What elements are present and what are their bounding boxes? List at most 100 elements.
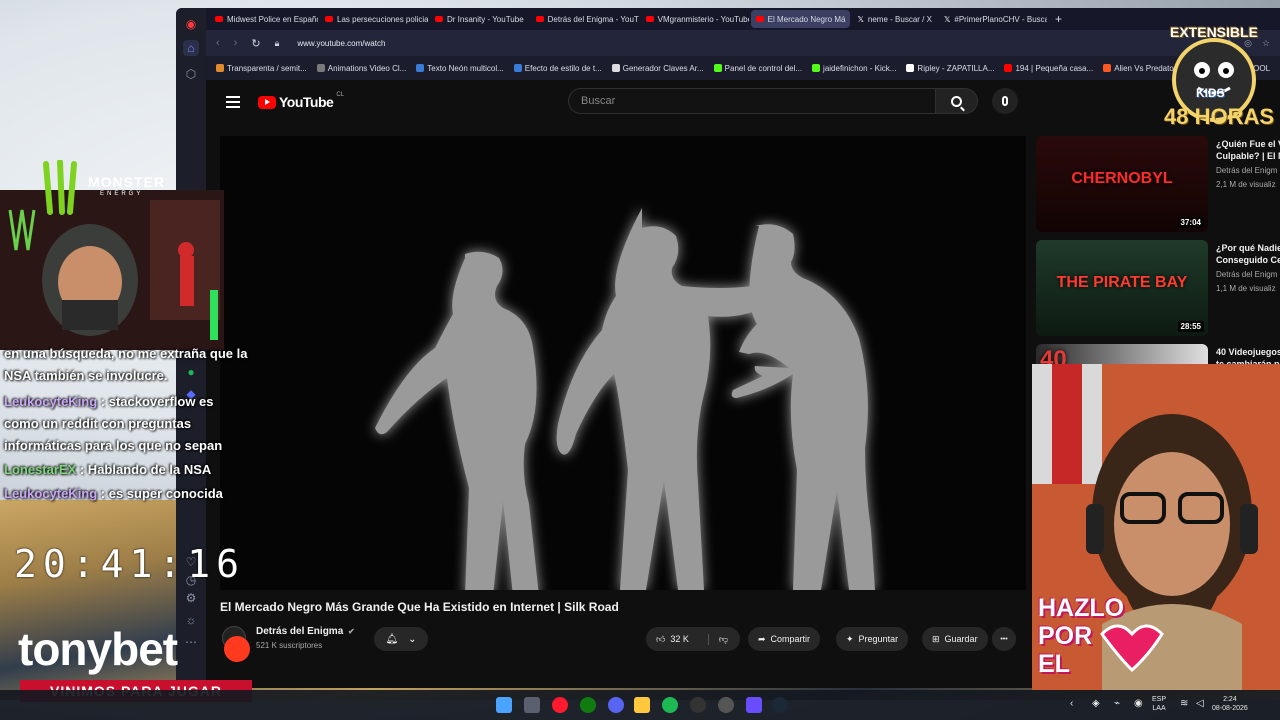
bookmark-item[interactable]: Animations Video Cl... [316, 64, 406, 73]
dislike-icon[interactable]: 👎︎ [707, 633, 728, 645]
volume-icon[interactable]: ◁ [1196, 699, 1204, 709]
verified-icon: ✔ [348, 627, 355, 636]
more-icon[interactable]: ⋯ [183, 634, 199, 650]
browser-tab[interactable]: Las persecuciones policial [320, 10, 428, 28]
pinboard-icon[interactable]: ⬡ [183, 66, 199, 82]
browser-tab[interactable]: El Mercado Negro Má [750, 10, 851, 28]
bulb-icon[interactable]: ☼ [183, 612, 199, 628]
tab-label: neme - Buscar / X [867, 14, 932, 24]
browser-tab[interactable]: Midwest Police en Españo [210, 10, 318, 28]
language-indicator[interactable]: ESP LAA [1152, 695, 1166, 713]
start-icon[interactable] [496, 697, 512, 713]
chat-text: informáticas para los que no sepan [4, 438, 223, 453]
subscriber-count: 521 K suscriptores [256, 641, 323, 650]
video-duration: 28:55 [1177, 321, 1204, 332]
reload-icon[interactable]: ↻ [251, 37, 260, 50]
tab-label: #PrimerPlanoCHV - Busca [954, 14, 1047, 24]
spotify-taskbar-icon[interactable] [662, 697, 678, 713]
ask-button[interactable]: ✦ Preguntar [836, 627, 909, 651]
opera-icon[interactable]: ◉ [183, 16, 199, 32]
tray-mic-icon[interactable]: ◉ [1134, 699, 1143, 709]
recommended-views: 1,1 M de visualiz [1216, 284, 1276, 293]
share-icon: ➦ [758, 633, 766, 644]
browser-tab[interactable]: VMgranmisterio - YouTube [641, 10, 749, 28]
app2-icon[interactable] [746, 697, 762, 713]
more-actions-button[interactable]: ••• [992, 627, 1016, 651]
bookmark-favicon-icon [513, 64, 522, 72]
bookmark-favicon-icon [812, 64, 821, 72]
app-icon[interactable] [718, 697, 734, 713]
bookmark-favicon-icon [1103, 64, 1112, 72]
recommended-title[interactable]: ¿Quién Fue el V Culpable? | El M [1216, 138, 1280, 162]
bookmark-item[interactable]: jaidefinichon - Kick... [812, 64, 896, 73]
settings-icon[interactable]: ⚙ [183, 590, 199, 606]
channel-name[interactable]: Detrás del Enigma [256, 626, 343, 637]
url-field[interactable]: www.youtube.com/watch [297, 39, 385, 48]
recommended-title[interactable]: ¿Por qué Nadie Conseguido Ce [1216, 242, 1280, 266]
chat-message: informáticas para los que no sepan [4, 438, 222, 453]
video-title: El Mercado Negro Más Grande Que Ha Exist… [220, 600, 619, 614]
chat-message: como un reddit con preguntas [4, 416, 191, 431]
opera-taskbar-icon[interactable] [552, 697, 568, 713]
forward-icon[interactable]: › [234, 37, 238, 49]
bookmark-item[interactable]: Efecto de estilo de t... [513, 64, 602, 73]
steam-icon[interactable] [772, 697, 788, 713]
bookmark-label: Ripley - ZAPATILLA... [917, 63, 995, 73]
like-dislike-group: 👍︎ 32 K 👎︎ [646, 627, 740, 651]
back-icon[interactable]: ‹ [216, 37, 220, 49]
video-frame-silhouettes [220, 136, 1026, 590]
bookmark-item[interactable]: Panel de control del... [713, 64, 802, 73]
spotify-icon[interactable]: ● [183, 364, 199, 380]
youtube-icon [435, 16, 443, 22]
bookmark-item[interactable]: Texto Neón multicol... [416, 64, 504, 73]
chat-text: NSA también se involucre. [4, 368, 168, 383]
video-player[interactable] [220, 136, 1026, 590]
channel-row: Detrás del Enigma ✔ 521 K suscriptores 🔔… [220, 624, 1026, 654]
search-input[interactable]: Buscar [568, 88, 936, 114]
recommended-channel[interactable]: Detrás del Enigm [1216, 270, 1277, 279]
monster-sub: ENERGY [100, 191, 144, 197]
desktop: ◉ ⌂ ⬡ ● ◆ ♡ ◷ ⚙ ☼ ⋯ Midwest Police en Es… [0, 0, 1280, 720]
new-tab-button[interactable]: + [1049, 12, 1068, 26]
recommended-video[interactable]: CHERNOBYL 37:04 ¿Quién Fue el V Culpable? … [1036, 136, 1280, 234]
home-icon[interactable]: ⌂ [183, 40, 199, 56]
tray-usb-icon[interactable]: ⌁ [1114, 699, 1120, 709]
browser-tab[interactable]: 𝕏neme - Buscar / X [852, 10, 936, 28]
chat-username: LeukocyteKing [4, 486, 98, 501]
notification-button[interactable]: 🔔︎ ⌄ [374, 627, 428, 651]
recommended-video[interactable]: THE PIRATE BAY 28:55 ¿Por qué Nadie Conseg… [1036, 240, 1280, 338]
search-button[interactable] [936, 88, 978, 114]
bookmark-item[interactable]: Ripley - ZAPATILLA... [906, 64, 994, 73]
browser-tab[interactable]: 𝕏 #PrimerPlanoCHV - Busca [939, 10, 1047, 28]
share-button[interactable]: ➦ Compartir [748, 627, 821, 651]
tray-chevron-icon[interactable]: ‹ [1070, 699, 1073, 709]
obs-icon[interactable] [690, 697, 706, 713]
chat-username: LeukocyteKing [4, 394, 98, 409]
extensible-label: EXTENSIBLE [1170, 24, 1258, 40]
recommended-channel[interactable]: Detrás del Enigm [1216, 166, 1277, 175]
xbox-icon[interactable] [580, 697, 596, 713]
system-clock[interactable]: 2:24 08-08-2026 [1212, 695, 1248, 713]
monster-energy-logo: MONSTER ENERGY [40, 159, 180, 220]
youtube-logo[interactable]: YouTube CL [258, 92, 344, 110]
tray-app-icon[interactable]: ◈ [1092, 699, 1100, 709]
like-icon[interactable]: 👍︎ [656, 634, 665, 645]
voice-search-button[interactable] [992, 88, 1018, 114]
chat-text: : Hablando de la NSA [76, 462, 212, 477]
wifi-icon[interactable]: ≋ [1180, 699, 1188, 709]
discord-taskbar-icon[interactable] [608, 697, 624, 713]
bookmark-item[interactable]: Transparenta / semit... [216, 64, 307, 73]
bookmark-item[interactable]: Generador Claves Ar... [611, 64, 704, 73]
recommended-thumbnail[interactable]: THE PIRATE BAY 28:55 [1036, 240, 1208, 336]
like-count[interactable]: 32 K [670, 634, 689, 644]
browser-tab[interactable]: Dr Insanity - YouTube [430, 10, 529, 28]
file-explorer-icon[interactable] [634, 697, 650, 713]
thumbnail-text: THE PIRATE BAY [1056, 274, 1188, 291]
save-icon: ⊞ [932, 633, 940, 644]
recommended-thumbnail[interactable]: CHERNOBYL 37:04 [1036, 136, 1208, 232]
task-view-icon[interactable] [524, 697, 540, 713]
save-button[interactable]: ⊞ Guardar [922, 627, 988, 651]
browser-tab[interactable]: Detrás del Enigma - YouTu [531, 10, 639, 28]
menu-icon[interactable] [226, 96, 240, 108]
bookmark-item[interactable]: 194 | Pequeña casa... [1004, 64, 1093, 73]
